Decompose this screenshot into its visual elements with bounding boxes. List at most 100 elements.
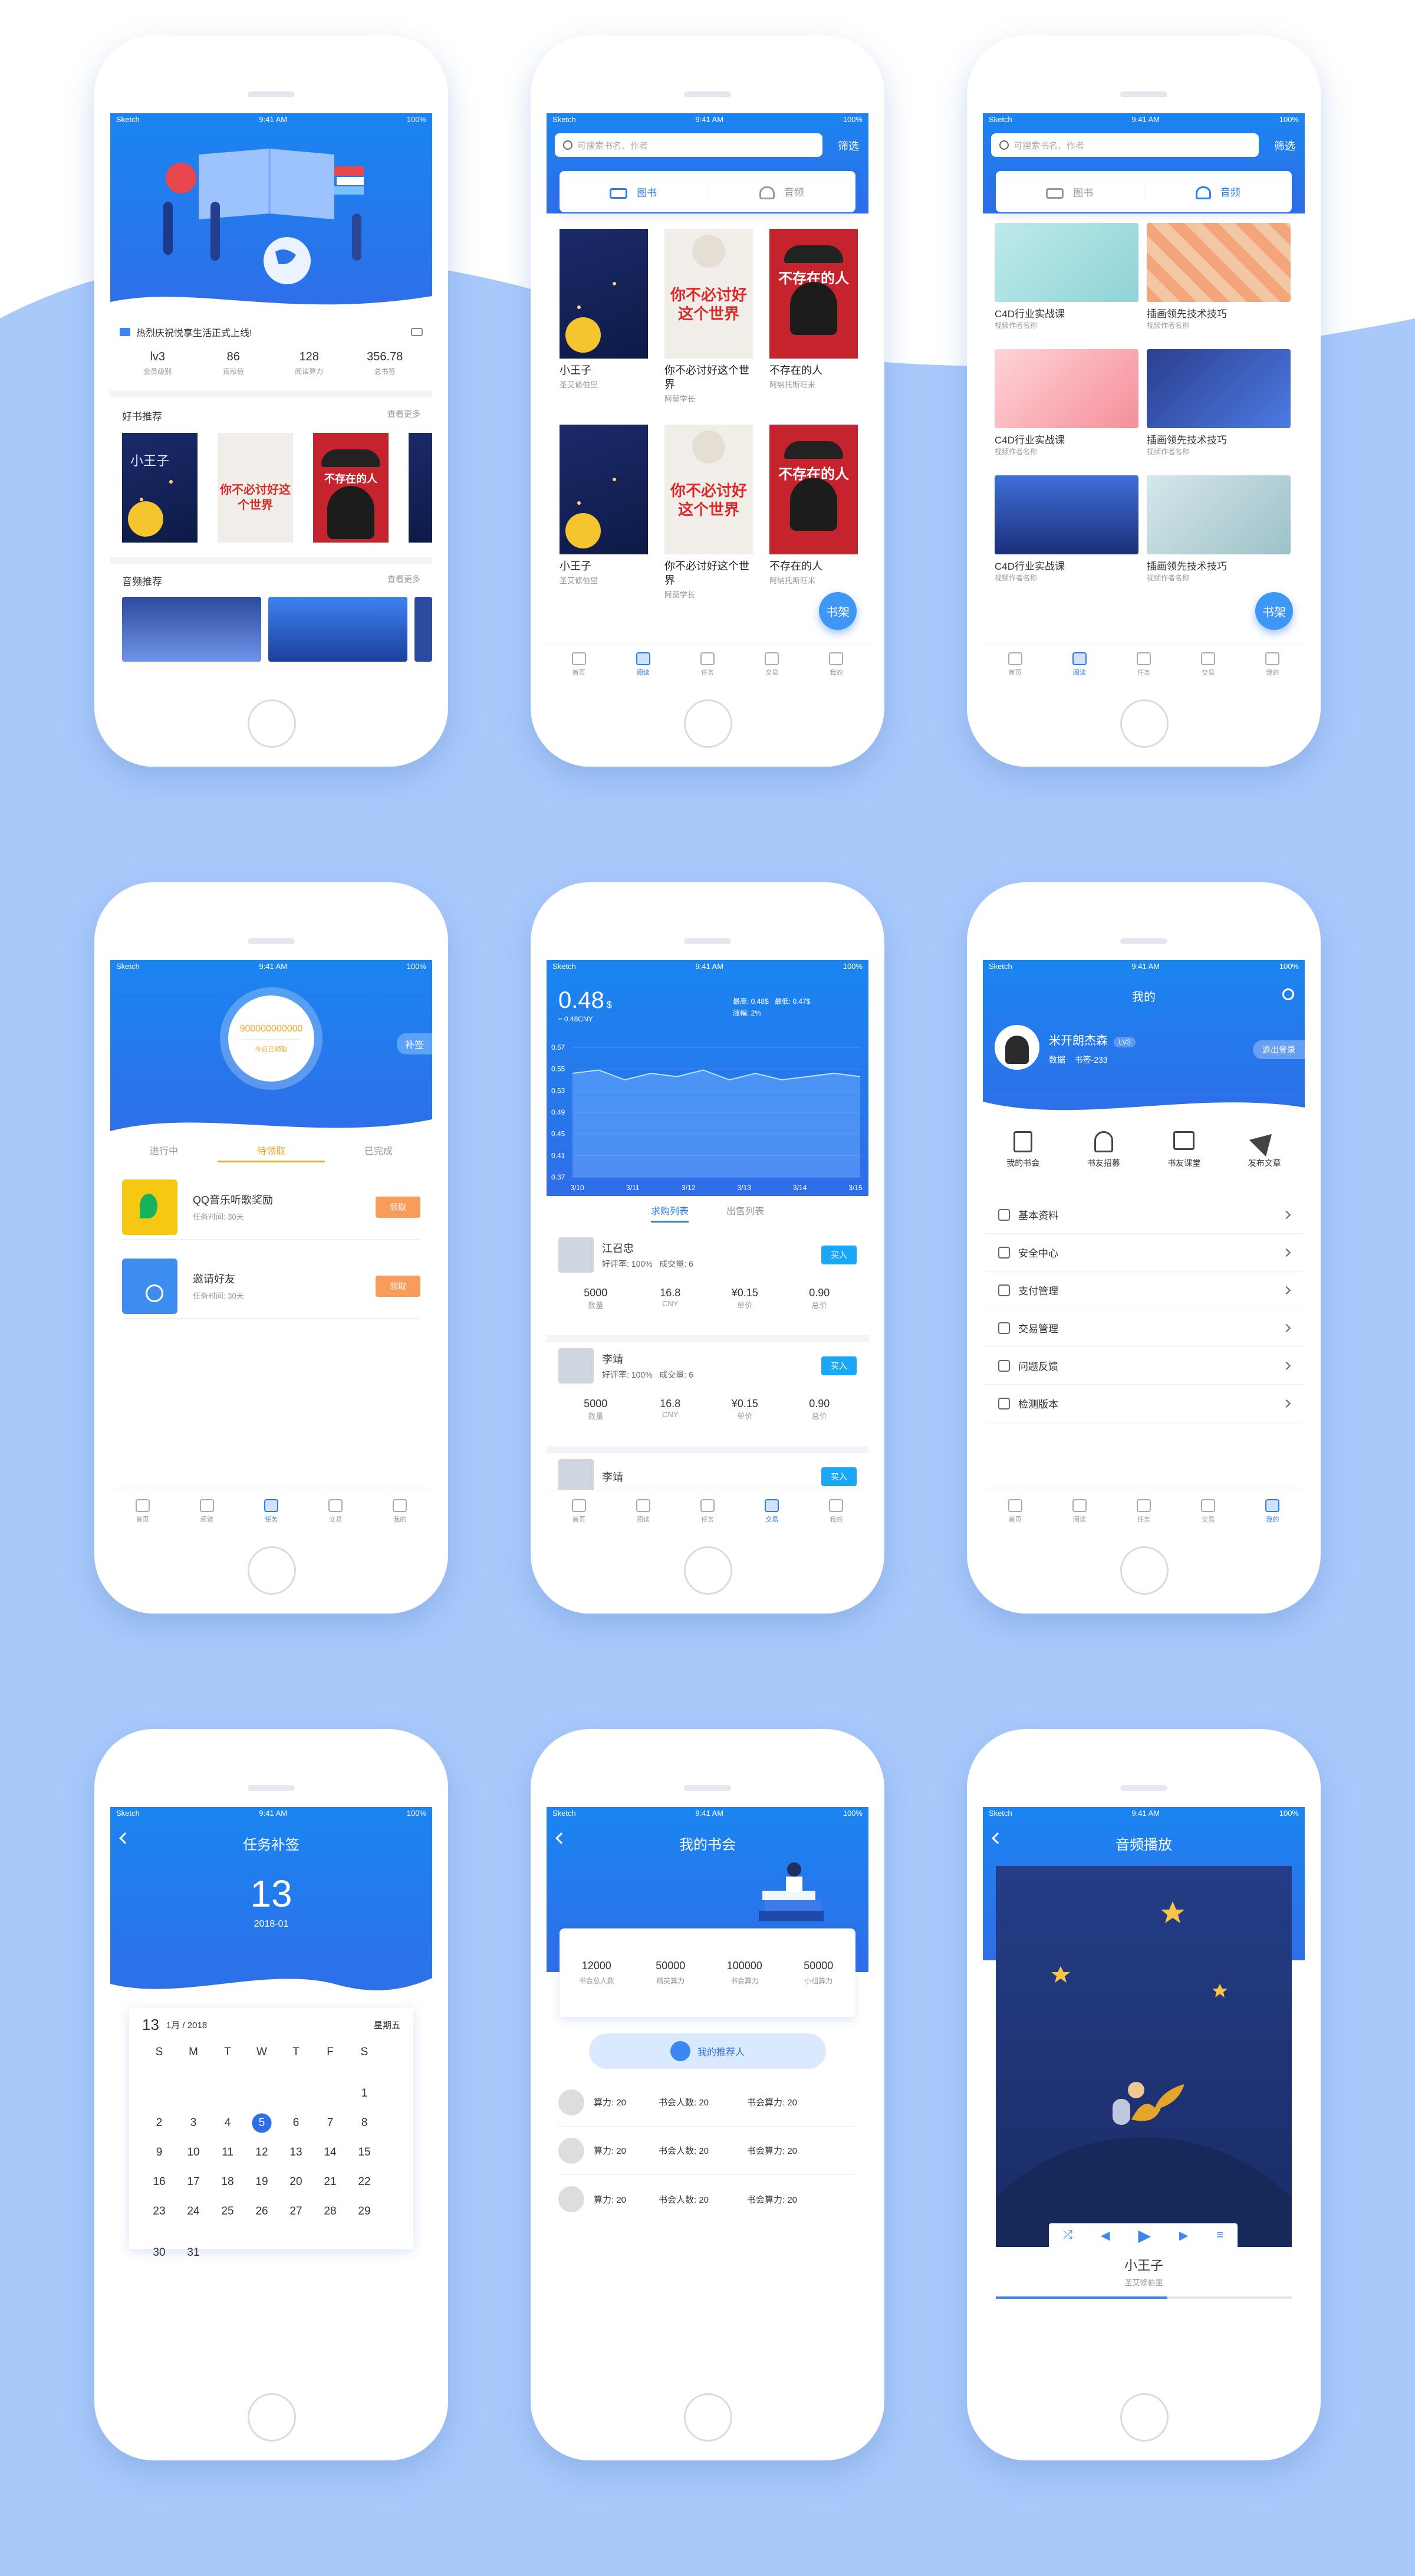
action-publish[interactable]: 发布文章: [1225, 1125, 1305, 1169]
next-icon[interactable]: ▶: [1179, 2228, 1188, 2243]
tab-audio[interactable]: 音频: [708, 184, 856, 200]
tab-trade[interactable]: 交易: [1176, 643, 1240, 685]
tab-task[interactable]: 任务: [675, 1490, 739, 1532]
more-link[interactable]: 查看更多: [387, 408, 420, 423]
tab-home[interactable]: 首页: [547, 1490, 611, 1532]
book-cover[interactable]: 小王子: [122, 433, 198, 543]
tab-read[interactable]: 阅读: [611, 1490, 675, 1532]
calendar-day[interactable]: 13: [279, 2138, 313, 2167]
menu-trade[interactable]: 交易管理: [983, 1309, 1305, 1347]
filter-button[interactable]: 筛选: [1274, 138, 1295, 153]
calendar-day[interactable]: 19: [245, 2167, 279, 2197]
home-button[interactable]: [1120, 1546, 1169, 1595]
home-button[interactable]: [248, 1546, 296, 1595]
claim-button[interactable]: 领取: [376, 1196, 420, 1218]
gear-icon[interactable]: [1282, 988, 1294, 1000]
audio-thumb[interactable]: [122, 597, 261, 662]
tab-to-claim[interactable]: 待领取: [218, 1143, 325, 1162]
filter-button[interactable]: 筛选: [838, 138, 859, 153]
audio-item[interactable]: 插画领先技术技巧 视频作者名称: [1147, 223, 1291, 330]
play-icon[interactable]: ▶: [1138, 2226, 1151, 2245]
tab-mine[interactable]: 我的: [368, 1490, 432, 1532]
home-button[interactable]: [1120, 2393, 1169, 2442]
more-link[interactable]: 查看更多: [387, 573, 420, 588]
calendar-day[interactable]: 18: [210, 2167, 245, 2197]
tab-home[interactable]: 首页: [983, 1490, 1047, 1532]
search-input[interactable]: 可搜索书名、作者: [991, 133, 1259, 157]
calendar-day[interactable]: 27: [279, 2197, 313, 2226]
audio-item[interactable]: 插画领先技术技巧 视频作者名称: [1147, 475, 1291, 583]
calendar-day[interactable]: 2: [142, 2108, 176, 2138]
recommender-button[interactable]: 我的推荐人: [589, 2033, 826, 2069]
calendar-day[interactable]: 23: [142, 2197, 176, 2226]
tab-home[interactable]: 首页: [547, 643, 611, 685]
tab-home[interactable]: 首页: [983, 643, 1047, 685]
book-item[interactable]: 你不必讨好 这个世界 你不必讨好这个世界 阿莫学长: [664, 229, 753, 404]
menu-version[interactable]: 检测版本: [983, 1385, 1305, 1422]
calendar-day[interactable]: 31: [176, 2238, 210, 2268]
calendar-day[interactable]: 12: [245, 2138, 279, 2167]
book-item[interactable]: 小王子 圣艾修伯里: [560, 229, 648, 390]
tab-trade[interactable]: 交易: [740, 1490, 804, 1532]
tab-read[interactable]: 阅读: [175, 1490, 239, 1532]
tab-task[interactable]: 任务: [675, 643, 739, 685]
calendar-day[interactable]: 24: [176, 2197, 210, 2226]
buy-button[interactable]: 买入: [821, 1467, 857, 1486]
member-row[interactable]: 算力: 20 书会人数: 20 书会算力: 20: [558, 2127, 857, 2175]
calendar-day[interactable]: 22: [347, 2167, 381, 2197]
book-cover[interactable]: 不存在的人: [313, 433, 389, 543]
shelf-button[interactable]: 书架: [1255, 592, 1293, 630]
home-button[interactable]: [1120, 699, 1169, 748]
member-row[interactable]: 算力: 20 书会人数: 20 书会算力: 20: [558, 2078, 857, 2127]
tab-trade[interactable]: 交易: [740, 643, 804, 685]
audio-thumb[interactable]: [414, 597, 432, 662]
tab-task[interactable]: 任务: [239, 1490, 303, 1532]
audio-thumb[interactable]: [268, 597, 407, 662]
home-button[interactable]: [684, 2393, 732, 2442]
shelf-button[interactable]: 书架: [819, 592, 857, 630]
book-item[interactable]: 小王子 圣艾修伯里: [560, 425, 648, 586]
logout-button[interactable]: 退出登录: [1253, 1040, 1305, 1059]
tab-buy-list[interactable]: 求购列表: [650, 1203, 689, 1223]
tab-audio[interactable]: 音频: [1144, 184, 1292, 200]
book-item[interactable]: 不存在的人 不存在的人 阿纳托斯旺米: [769, 229, 858, 390]
calendar-day[interactable]: 16: [142, 2167, 176, 2197]
calendar-day[interactable]: 25: [210, 2197, 245, 2226]
calendar-day[interactable]: 30: [142, 2238, 176, 2268]
calendar-day[interactable]: 28: [313, 2197, 347, 2226]
notice-bar[interactable]: 热烈庆祝悦享生活正式上线!: [120, 323, 423, 341]
action-my-club[interactable]: 我的书会: [983, 1131, 1064, 1169]
calendar-day[interactable]: 8: [347, 2108, 381, 2138]
calendar-day[interactable]: 6: [279, 2108, 313, 2138]
calendar-day[interactable]: 11: [210, 2138, 245, 2167]
tab-done[interactable]: 已完成: [325, 1143, 432, 1162]
buy-button[interactable]: 买入: [821, 1356, 857, 1375]
tab-home[interactable]: 首页: [110, 1490, 175, 1532]
home-button[interactable]: [248, 699, 296, 748]
calendar-day[interactable]: 1: [347, 2079, 381, 2108]
tab-books[interactable]: 图书: [996, 185, 1144, 199]
calendar-day[interactable]: 20: [279, 2167, 313, 2197]
menu-profile[interactable]: 基本资料: [983, 1196, 1305, 1234]
book-cover[interactable]: 你不必讨好这个世界: [218, 433, 293, 543]
tab-in-progress[interactable]: 进行中: [110, 1143, 218, 1162]
calendar-day[interactable]: 5: [245, 2108, 279, 2138]
tab-sell-list[interactable]: 出售列表: [726, 1203, 764, 1223]
calendar-day[interactable]: 14: [313, 2138, 347, 2167]
buy-button[interactable]: 买入: [821, 1246, 857, 1264]
calendar-day[interactable]: 17: [176, 2167, 210, 2197]
search-input[interactable]: 可搜索书名、作者: [555, 133, 822, 157]
audio-item[interactable]: C4D行业实战课 视频作者名称: [995, 223, 1138, 330]
home-button[interactable]: [684, 1546, 732, 1595]
tab-read[interactable]: 阅读: [1047, 643, 1111, 685]
tab-mine[interactable]: 我的: [804, 643, 868, 685]
tab-mine[interactable]: 我的: [1240, 1490, 1305, 1532]
tab-read[interactable]: 阅读: [611, 643, 675, 685]
action-recruit[interactable]: 书友招募: [1064, 1131, 1144, 1169]
book-item[interactable]: 不存在的人 不存在的人 阿纳托斯旺米: [769, 425, 858, 586]
prev-icon[interactable]: ◀: [1101, 2228, 1110, 2243]
message-icon[interactable]: [411, 328, 423, 336]
menu-security[interactable]: 安全中心: [983, 1234, 1305, 1271]
member-row[interactable]: 算力: 20 书会人数: 20 书会算力: 20: [558, 2175, 857, 2223]
makeup-button[interactable]: 补签: [396, 1033, 432, 1054]
